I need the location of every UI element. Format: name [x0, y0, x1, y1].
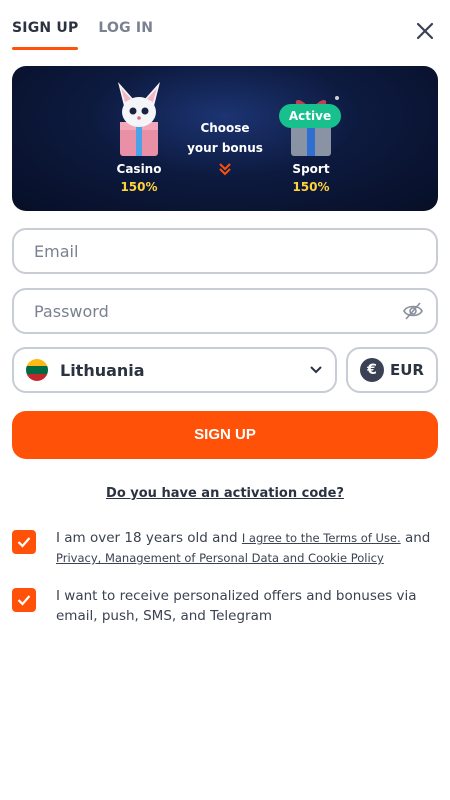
- password-input[interactable]: [34, 301, 416, 321]
- bonus-banner: Casino 150% Choose your bonus Sport 150%…: [12, 66, 438, 211]
- lithuania-flag-icon: [26, 359, 48, 381]
- euro-icon: €: [360, 358, 384, 382]
- fox-gift-icon: [118, 82, 160, 156]
- terms-checkbox[interactable]: [12, 530, 36, 554]
- privacy-policy-link[interactable]: Privacy, Management of Personal Data and…: [56, 551, 384, 565]
- currency-select[interactable]: € EUR: [346, 347, 438, 393]
- terms-text-before: I am over 18 years old and: [56, 530, 242, 546]
- country-value: Lithuania: [60, 360, 145, 380]
- bonus-percent-sport: 150%: [292, 180, 330, 194]
- currency-value: EUR: [390, 361, 424, 379]
- email-field[interactable]: [12, 228, 438, 274]
- checkmark-icon: [17, 595, 31, 606]
- chevron-down-icon: [310, 366, 322, 374]
- double-chevron-down-icon: [219, 163, 231, 176]
- offers-text: I want to receive personalized offers an…: [56, 588, 417, 624]
- terms-of-use-link[interactable]: I agree to the Terms of Use.: [242, 531, 401, 545]
- checkmark-icon: [17, 537, 31, 548]
- sign-up-button[interactable]: SIGN UP: [12, 411, 438, 459]
- offers-checkbox[interactable]: [12, 588, 36, 612]
- terms-text-mid: and: [400, 530, 431, 546]
- tab-sign-up[interactable]: SIGN UP: [12, 18, 79, 50]
- bonus-option-sport[interactable]: Sport 150%: [256, 66, 366, 194]
- bonus-label-sport: Sport: [292, 162, 330, 176]
- consent-terms-row: I am over 18 years old and I agree to th…: [12, 528, 432, 568]
- password-field[interactable]: [12, 288, 438, 334]
- tab-log-in[interactable]: LOG IN: [98, 18, 153, 50]
- terms-text: I am over 18 years old and I agree to th…: [56, 528, 430, 568]
- auth-tabs: SIGN UP LOG IN: [12, 18, 153, 50]
- consent-offers-row: I want to receive personalized offers an…: [12, 586, 432, 626]
- email-input[interactable]: [34, 241, 416, 261]
- eye-off-icon[interactable]: [402, 301, 424, 321]
- activation-code-link[interactable]: Do you have an activation code?: [0, 486, 450, 501]
- close-icon[interactable]: [414, 20, 436, 42]
- active-badge: Active: [279, 104, 341, 128]
- bonus-percent-casino: 150%: [120, 180, 158, 194]
- country-select[interactable]: Lithuania: [12, 347, 337, 393]
